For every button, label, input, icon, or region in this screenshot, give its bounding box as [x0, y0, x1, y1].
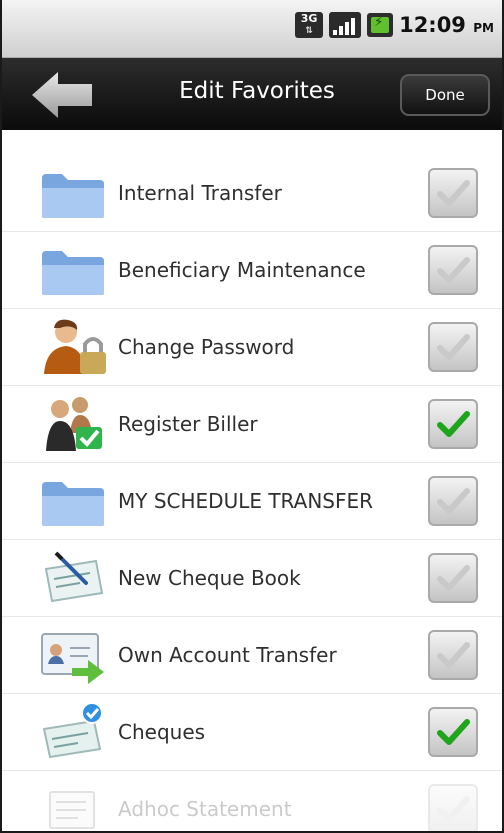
favorite-checkbox-checked[interactable] — [428, 707, 478, 757]
item-label: MY SCHEDULE TRANSFER — [118, 489, 374, 513]
statement-icon — [40, 778, 110, 831]
list-item-register-biller[interactable]: Register Biller — [2, 386, 502, 463]
check-icon — [437, 565, 470, 591]
folder-icon — [40, 470, 110, 532]
status-clock: 12:09 PM — [399, 13, 494, 37]
app-frame: 3G ⇅ 12:09 PM — [0, 0, 504, 833]
item-label: Cheques — [118, 720, 206, 744]
favorite-checkbox[interactable] — [428, 553, 478, 603]
favorite-checkbox[interactable] — [428, 245, 478, 295]
check-icon — [437, 411, 470, 437]
check-icon — [437, 257, 470, 283]
list-item-beneficiary-maintenance[interactable]: Beneficiary Maintenance — [2, 232, 502, 309]
check-icon — [437, 719, 470, 745]
favorite-checkbox[interactable] — [428, 630, 478, 680]
item-label: Own Account Transfer — [118, 643, 337, 667]
status-icons: 3G ⇅ 12:09 PM — [295, 12, 494, 38]
list-item-new-cheque-book[interactable]: New Cheque Book — [2, 540, 502, 617]
list-item-internal-transfer[interactable]: Internal Transfer — [2, 155, 502, 232]
battery-charging-icon — [367, 13, 394, 37]
list-item-change-password[interactable]: Change Password — [2, 309, 502, 386]
page-title: Edit Favorites — [179, 78, 335, 104]
check-icon — [437, 180, 470, 206]
item-label: New Cheque Book — [118, 566, 301, 590]
list-item-adhoc-statement[interactable]: Adhoc Statement — [2, 771, 502, 831]
list-item-my-schedule-transfer[interactable]: MY SCHEDULE TRANSFER — [2, 463, 502, 540]
clock-time: 12:09 — [399, 13, 466, 37]
back-arrow-icon — [32, 72, 92, 118]
favorite-checkbox[interactable] — [428, 322, 478, 372]
check-icon — [437, 334, 470, 360]
check-icon — [437, 488, 470, 514]
favorite-checkbox[interactable] — [428, 784, 478, 831]
item-label: Register Biller — [118, 412, 258, 436]
cheques-icon — [40, 701, 110, 763]
list-item-cheques[interactable]: Cheques — [2, 694, 502, 771]
check-icon — [437, 796, 470, 822]
item-label: Change Password — [118, 335, 295, 359]
network-type-label: 3G — [300, 12, 318, 25]
account-transfer-icon — [40, 624, 110, 686]
item-label: Adhoc Statement — [118, 797, 292, 821]
item-label: Beneficiary Maintenance — [118, 258, 366, 282]
check-icon — [437, 642, 470, 668]
user-lock-icon — [40, 316, 110, 378]
favorite-checkbox[interactable] — [428, 168, 478, 218]
cheque-book-icon — [40, 547, 110, 609]
status-bar: 3G ⇅ 12:09 PM — [2, 0, 502, 58]
clock-ampm: PM — [473, 21, 494, 35]
signal-strength-icon — [329, 12, 362, 38]
title-bar: Edit Favorites Done — [2, 58, 502, 130]
list-item-own-account-transfer[interactable]: Own Account Transfer — [2, 617, 502, 694]
item-label: Internal Transfer — [118, 181, 282, 205]
register-biller-icon — [40, 393, 110, 455]
folder-icon — [40, 239, 110, 301]
favorites-list: Internal Transfer Beneficiary Maintenanc… — [2, 155, 502, 831]
network-3g-icon: 3G ⇅ — [295, 12, 324, 38]
folder-icon — [40, 162, 110, 224]
done-button[interactable]: Done — [400, 74, 490, 116]
back-button[interactable] — [32, 72, 92, 118]
favorite-checkbox[interactable] — [428, 476, 478, 526]
favorite-checkbox-checked[interactable] — [428, 399, 478, 449]
